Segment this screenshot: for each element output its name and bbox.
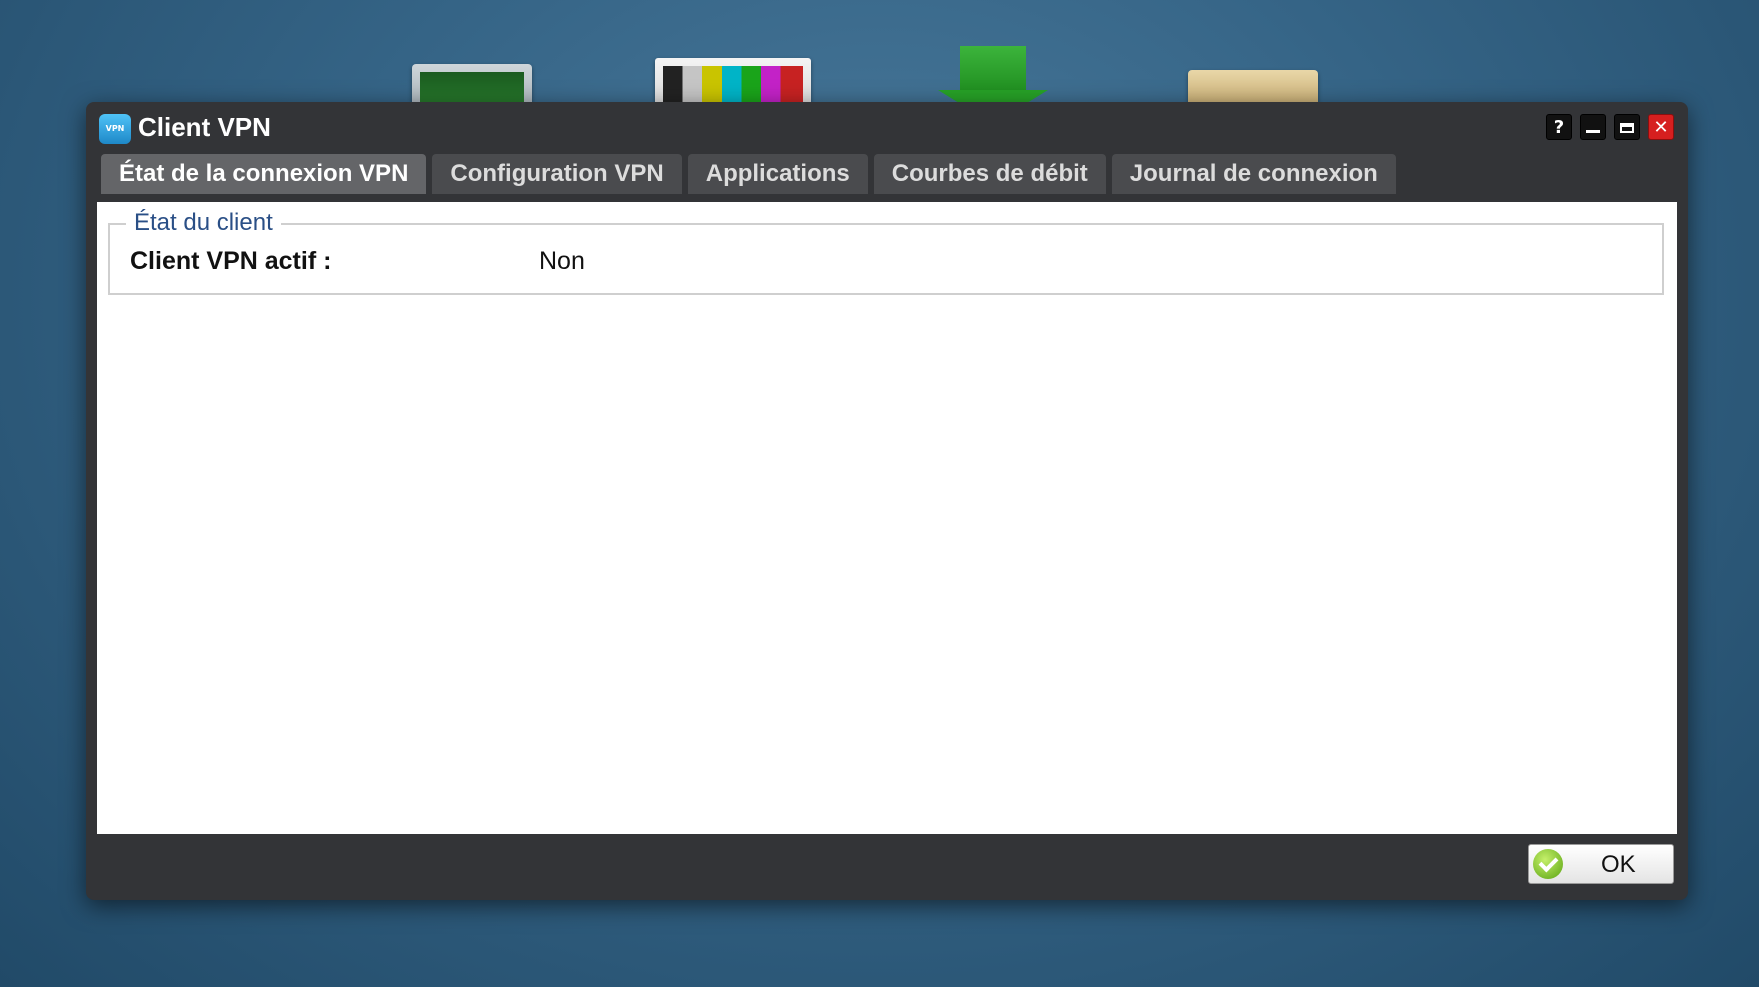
- vpn-active-value: Non: [539, 247, 585, 275]
- vpn-client-window: VPN Client VPN ? ✕ État de la connexion …: [86, 102, 1688, 900]
- tab-applications[interactable]: Applications: [687, 154, 868, 194]
- minimize-icon[interactable]: [1580, 114, 1606, 140]
- close-icon[interactable]: ✕: [1648, 114, 1674, 140]
- tab-content-panel: État du client Client VPN actif : Non: [97, 202, 1677, 834]
- vpn-active-label: Client VPN actif :: [130, 247, 332, 275]
- tab-throughput-curves[interactable]: Courbes de débit: [873, 154, 1106, 194]
- tab-vpn-configuration[interactable]: Configuration VPN: [432, 154, 682, 194]
- tab-bar: État de la connexion VPN Configuration V…: [101, 154, 1396, 194]
- client-status-group: État du client Client VPN actif : Non: [108, 209, 1664, 295]
- maximize-icon[interactable]: [1614, 114, 1640, 140]
- ok-button-label: OK: [1601, 851, 1636, 878]
- ok-button[interactable]: OK: [1528, 844, 1674, 884]
- window-controls: ? ✕: [1546, 114, 1674, 140]
- vpn-app-icon: VPN: [99, 114, 131, 144]
- tab-vpn-connection-state[interactable]: État de la connexion VPN: [101, 154, 427, 194]
- client-status-legend: État du client: [126, 209, 281, 237]
- tab-connection-log[interactable]: Journal de connexion: [1111, 154, 1396, 194]
- window-title: Client VPN: [138, 112, 271, 142]
- window-titlebar[interactable]: VPN Client VPN ? ✕: [86, 102, 1688, 152]
- check-icon: [1533, 849, 1563, 879]
- help-icon[interactable]: ?: [1546, 114, 1572, 140]
